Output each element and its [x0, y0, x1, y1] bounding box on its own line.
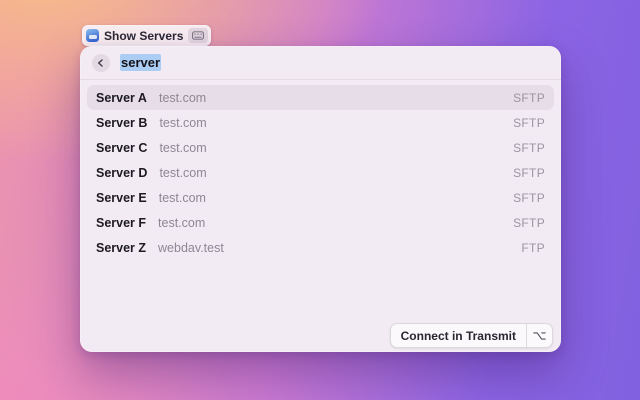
server-name: Server Z — [96, 240, 147, 255]
server-host: test.com — [159, 140, 207, 155]
server-row[interactable]: Server B test.com SFTP — [87, 110, 554, 135]
server-name: Server E — [96, 190, 147, 205]
server-protocol-badge: FTP — [521, 240, 545, 255]
server-protocol-badge: SFTP — [513, 90, 545, 105]
show-servers-badge[interactable]: Show Servers — [82, 25, 212, 46]
badge-label: Show Servers — [104, 28, 184, 43]
server-protocol-badge: SFTP — [513, 190, 545, 205]
back-button[interactable] — [92, 53, 110, 72]
server-protocol-badge: SFTP — [513, 115, 545, 130]
connect-button[interactable]: Connect in Transmit — [389, 323, 553, 348]
chevron-left-icon — [98, 58, 103, 67]
server-protocol-badge: SFTP — [513, 140, 545, 155]
desktop-background: Show Servers server Server A test.com SFTP… — [0, 0, 640, 400]
search-bar: server — [80, 46, 561, 80]
server-row[interactable]: Server Z webdav.test FTP — [87, 235, 554, 260]
footer-actions: Connect in Transmit — [389, 323, 553, 348]
server-name: Server F — [96, 215, 147, 230]
server-list: Server A test.com SFTP Server B test.com SFTP… — [80, 80, 561, 260]
server-row[interactable]: Server C test.com SFTP — [87, 135, 554, 160]
transmit-app-icon — [86, 29, 99, 42]
connect-button-label: Connect in Transmit — [400, 328, 516, 343]
server-row[interactable]: Server F test.com SFTP — [87, 210, 554, 235]
search-input-selected-text: server — [120, 54, 162, 71]
server-host: test.com — [158, 90, 207, 105]
server-host: test.com — [158, 190, 206, 205]
server-host: test.com — [159, 165, 207, 180]
server-name: Server B — [96, 115, 148, 130]
keyboard-icon — [188, 28, 209, 43]
server-name: Server C — [96, 140, 148, 155]
server-host: test.com — [159, 115, 207, 130]
search-input[interactable]: server — [120, 54, 162, 71]
server-host: test.com — [158, 215, 206, 230]
server-row[interactable]: Server A test.com SFTP — [87, 85, 554, 110]
server-protocol-badge: SFTP — [513, 165, 545, 180]
server-protocol-badge: SFTP — [513, 215, 545, 230]
option-key-icon[interactable] — [527, 324, 552, 347]
server-name: Server D — [96, 165, 148, 180]
server-row[interactable]: Server E test.com SFTP — [87, 185, 554, 210]
server-host: webdav.test — [158, 240, 224, 255]
server-row[interactable]: Server D test.com SFTP — [87, 160, 554, 185]
server-name: Server A — [96, 90, 147, 105]
quick-search-panel: server Server A test.com SFTP Server B test.… — [80, 46, 561, 352]
